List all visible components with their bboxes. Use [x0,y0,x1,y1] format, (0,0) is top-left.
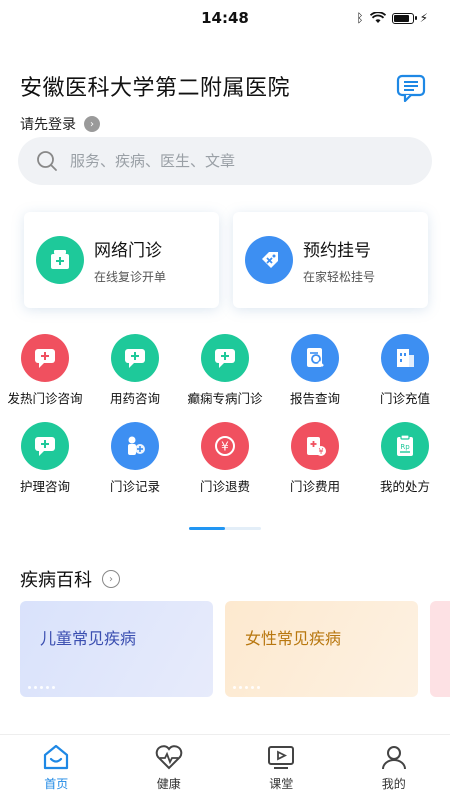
tab-health-label: 健康 [156,777,181,791]
tab-home-label: 首页 [44,777,69,791]
bottom-tab-bar: 首页 健康 课堂 我的 [0,734,450,800]
search-input[interactable] [70,152,400,170]
appointment-title: 预约挂号 [303,240,371,261]
medicine-consult-item[interactable]: 用药咨询 [90,334,180,422]
clinic-record-label: 门诊记录 [109,479,160,494]
epilepsy-clinic-item[interactable]: 癫痫专病门诊 [180,334,270,422]
refund-icon: ¥ [201,422,249,470]
clinic-record-item[interactable]: 门诊记录 [90,422,180,510]
refund-label: 门诊退费 [199,479,250,494]
epilepsy-clinic-icon [201,334,249,382]
nursing-consult-item[interactable]: 护理咨询 [0,422,90,510]
report-query-item[interactable]: 报告查询 [270,334,360,422]
nursing-chat-icon [21,422,69,470]
report-query-label: 报告查询 [289,391,340,406]
chevron-right-icon: › [102,570,120,588]
login-label: 请先登录 [20,117,76,133]
online-clinic-sub: 在线复诊开单 [94,269,167,284]
chevron-right-icon: › [84,116,100,132]
service-row-2: 护理咨询 门诊记录 ¥ 门诊退费 ¥ 门诊费用 Rp 我的处方 [0,422,450,510]
header: 安徽医科大学第二附属医院 请先登录 › [20,70,430,134]
appointment-card[interactable]: 预约挂号 在家轻松挂号 [233,212,428,308]
prescription-icon: Rp [381,422,429,470]
search-bar[interactable] [18,137,432,185]
recharge-icon [381,334,429,382]
nursing-consult-label: 护理咨询 [19,479,70,494]
fever-chat-icon [21,334,69,382]
main-services: 网络门诊 在线复诊开单 预约挂号 在家轻松挂号 [24,212,428,308]
service-grid: 发热门诊咨询 用药咨询 癫痫专病门诊 报告查询 门诊充值 护理咨询 门诊记录 ¥ [0,334,450,510]
tab-mine[interactable]: 我的 [338,735,450,800]
clinic-fee-item[interactable]: ¥ 门诊费用 [270,422,360,510]
disease-section-header[interactable]: 疾病百科 › [20,566,120,592]
svg-text:Rp: Rp [400,443,410,451]
tab-class-label: 课堂 [269,777,294,791]
login-link[interactable]: 请先登录 › [20,114,430,134]
record-icon [111,422,159,470]
status-bar: 14:48 ᛒ ⚡ [0,0,450,36]
bluetooth-icon: ᛒ [356,11,364,25]
epilepsy-clinic-label: 癫痫专病门诊 [187,391,263,406]
report-search-icon [291,334,339,382]
wifi-icon [369,12,386,23]
decor-dots [233,686,260,689]
search-icon [37,151,57,171]
hospital-title: 安徽医科大学第二附属医院 [20,76,291,101]
women-disease-title: 女性常见疾病 [245,629,342,648]
next-disease-card[interactable] [430,601,450,697]
recharge-label: 门诊充值 [379,391,430,406]
medicine-consult-label: 用药咨询 [109,391,160,406]
status-icons: ᛒ ⚡ [356,11,428,25]
tab-home[interactable]: 首页 [0,735,113,800]
svg-text:¥: ¥ [318,447,323,456]
fee-icon: ¥ [291,422,339,470]
svg-text:¥: ¥ [221,440,229,454]
fever-consult-label: 发热门诊咨询 [7,391,83,406]
message-icon[interactable] [396,74,426,102]
clinic-icon [36,236,84,284]
fever-consult-item[interactable]: 发热门诊咨询 [0,334,90,422]
online-clinic-title: 网络门诊 [94,240,162,261]
online-clinic-card[interactable]: 网络门诊 在线复诊开单 [24,212,219,308]
charging-icon: ⚡ [419,11,428,25]
prescription-item[interactable]: Rp 我的处方 [360,422,450,510]
user-icon [381,746,406,770]
tab-health[interactable]: 健康 [113,735,226,800]
medicine-chat-icon [111,334,159,382]
prescription-label: 我的处方 [379,479,430,494]
recharge-item[interactable]: 门诊充值 [360,334,450,422]
battery-icon [391,12,417,24]
children-disease-card[interactable]: 儿童常见疾病 [20,601,213,697]
home-icon [44,744,69,770]
video-icon [268,746,295,769]
tab-mine-label: 我的 [381,777,406,791]
children-disease-title: 儿童常见疾病 [40,629,137,648]
disease-section-title: 疾病百科 [20,570,92,591]
page-indicator-active [189,527,225,530]
page-indicator [189,527,261,530]
women-disease-card[interactable]: 女性常见疾病 [225,601,418,697]
refund-item[interactable]: ¥ 门诊退费 [180,422,270,510]
heartbeat-icon [155,745,183,770]
service-row-1: 发热门诊咨询 用药咨询 癫痫专病门诊 报告查询 门诊充值 [0,334,450,422]
disease-cards: 儿童常见疾病 女性常见疾病 [20,601,450,697]
clinic-fee-label: 门诊费用 [289,479,340,494]
decor-dots [28,686,55,689]
ticket-icon [245,236,293,284]
tab-class[interactable]: 课堂 [225,735,338,800]
appointment-sub: 在家轻松挂号 [303,269,376,284]
